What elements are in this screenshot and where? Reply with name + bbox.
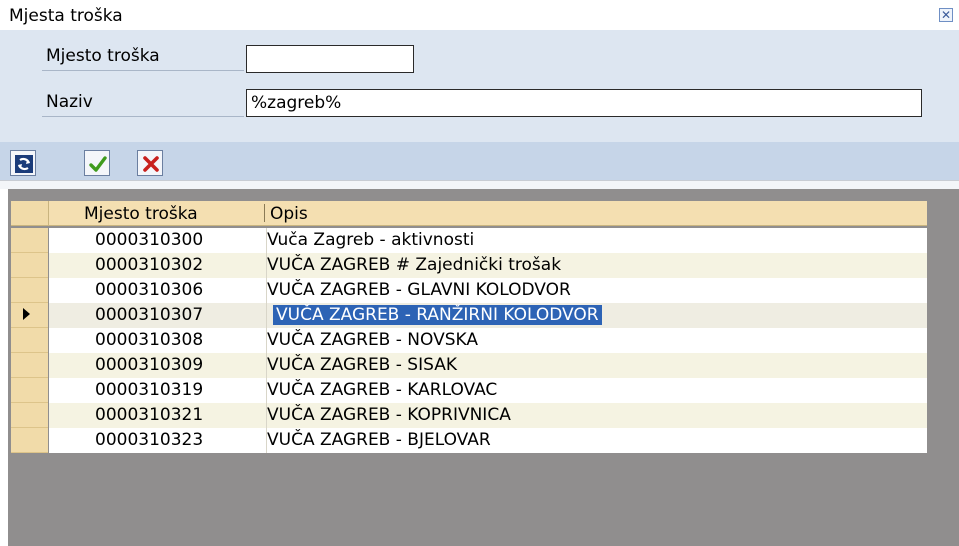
cross-icon	[143, 156, 159, 172]
accept-button[interactable]	[84, 150, 110, 176]
row-selector[interactable]	[11, 278, 48, 303]
row-data[interactable]: 0000310308 VUČA ZAGREB - NOVSKA	[49, 328, 927, 353]
naziv-input[interactable]	[246, 89, 922, 117]
row-data[interactable]: 0000310319 VUČA ZAGREB - KARLOVAC	[49, 378, 927, 403]
row-selector[interactable]	[11, 403, 48, 428]
current-row-marker-icon	[23, 308, 30, 320]
cell-mjesto: 0000310319	[95, 380, 204, 400]
cell-mjesto: 0000310307	[95, 305, 204, 325]
mjesto-label: Mjesto troška	[46, 46, 160, 66]
table-row[interactable]: 0000310308 VUČA ZAGREB - NOVSKA	[11, 328, 927, 353]
column-divider[interactable]	[264, 204, 265, 222]
row-data[interactable]: 0000310309 VUČA ZAGREB - SISAK	[49, 353, 927, 378]
table-row[interactable]: 0000310323 VUČA ZAGREB - BJELOVAR	[11, 428, 927, 453]
refresh-icon	[15, 155, 33, 173]
row-selector[interactable]	[11, 378, 48, 403]
refresh-button[interactable]	[10, 150, 36, 176]
cell-opis: VUČA ZAGREB - NOVSKA	[267, 330, 478, 350]
highlighted-text: VUČA ZAGREB - RANŽIRNI KOLODVOR	[273, 305, 602, 325]
cell-opis: VUČA ZAGREB - KARLOVAC	[267, 380, 498, 400]
column-header-opis[interactable]: Opis	[270, 204, 308, 224]
dialog-titlebar: Mjesta troška ✕	[0, 0, 959, 30]
cell-mjesto: 0000310306	[95, 280, 204, 300]
row-data[interactable]: 0000310306 VUČA ZAGREB - GLAVNI KOLODVOR	[49, 278, 927, 303]
mjesto-input[interactable]	[246, 45, 414, 73]
naziv-label: Naziv	[46, 92, 93, 112]
table-row[interactable]: 0000310302 VUČA ZAGREB # Zajednički troša…	[11, 253, 927, 278]
table-row[interactable]: 0000310319 VUČA ZAGREB - KARLOVAC	[11, 378, 927, 403]
table-row[interactable]: 0000310306 VUČA ZAGREB - GLAVNI KOLODVOR	[11, 278, 927, 303]
close-icon[interactable]: ✕	[939, 8, 953, 22]
cell-mjesto: 0000310323	[95, 430, 204, 450]
row-data[interactable]: 0000310321 VUČA ZAGREB - KOPRIVNICA	[49, 403, 927, 428]
label-underline	[42, 116, 244, 117]
checkmark-icon	[89, 156, 107, 172]
row-selector[interactable]	[11, 303, 48, 328]
cell-mjesto: 0000310321	[95, 405, 204, 425]
column-header-mjesto[interactable]: Mjesto troška	[84, 204, 198, 224]
cell-opis: VUČA ZAGREB - GLAVNI KOLODVOR	[267, 280, 571, 300]
cell-opis: Vuča Zagreb - aktivnosti	[267, 230, 475, 250]
cell-opis: VUČA ZAGREB - SISAK	[267, 355, 457, 375]
table-row[interactable]: 0000310307 VUČA ZAGREB - RANŽIRNI KOLODVO…	[11, 303, 927, 328]
row-selector[interactable]	[11, 328, 48, 353]
row-data[interactable]: 0000310300 Vuča Zagreb - aktivnosti	[49, 228, 927, 253]
table-row[interactable]: 0000310321 VUČA ZAGREB - KOPRIVNICA	[11, 403, 927, 428]
row-data[interactable]: 0000310302 VUČA ZAGREB # Zajednički troša…	[49, 253, 927, 278]
cell-opis: VUČA ZAGREB - RANŽIRNI KOLODVOR	[267, 305, 602, 325]
label-underline	[42, 70, 244, 71]
row-selector[interactable]	[11, 428, 48, 453]
cell-mjesto: 0000310309	[95, 355, 204, 375]
dialog-title: Mjesta troška	[9, 6, 123, 26]
select-all-cell[interactable]	[11, 201, 49, 225]
row-data[interactable]: 0000310307 VUČA ZAGREB - RANŽIRNI KOLODVO…	[49, 303, 927, 328]
cell-mjesto: 0000310302	[95, 255, 204, 275]
row-selector[interactable]	[11, 353, 48, 378]
toolbar-separator	[0, 180, 959, 189]
row-data[interactable]: 0000310323 VUČA ZAGREB - BJELOVAR	[49, 428, 927, 453]
row-selector[interactable]	[11, 228, 48, 253]
cell-mjesto: 0000310300	[95, 230, 204, 250]
cell-opis: VUČA ZAGREB # Zajednički trošak	[267, 255, 562, 275]
cell-opis: VUČA ZAGREB - KOPRIVNICA	[267, 405, 511, 425]
table-row[interactable]: 0000310300 Vuča Zagreb - aktivnosti	[11, 228, 927, 253]
cell-mjesto: 0000310308	[95, 330, 204, 350]
cancel-button[interactable]	[137, 150, 163, 176]
row-selector[interactable]	[11, 253, 48, 278]
table-row[interactable]: 0000310309 VUČA ZAGREB - SISAK	[11, 353, 927, 378]
cell-opis: VUČA ZAGREB - BJELOVAR	[267, 430, 491, 450]
